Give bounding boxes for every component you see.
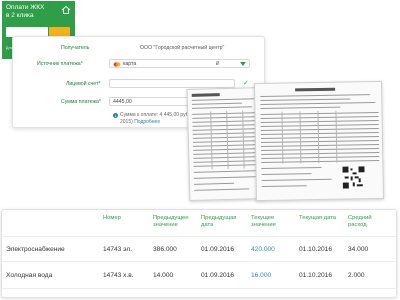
row-divider [2,261,398,262]
amount-label-text: Сумма платежа [61,99,99,105]
header-line: Текущее [251,215,275,221]
required-mark: * [98,99,101,105]
header-line: дата [201,222,214,228]
source-label: Источник платежа* [37,61,83,67]
row-prev-value: 14.000 [153,272,174,279]
row-name: Электроснабжение [6,246,65,253]
row-average: 34.000 [348,246,369,253]
source-currency: ₽ [216,61,220,67]
amount-label: Сумма платежа* [61,99,101,105]
header-line: Предыдущее [153,215,189,221]
required-mark: * [98,81,101,87]
card-brand-icon [113,62,121,67]
header-line: Номер [103,215,121,221]
amount-value: 4445,00 [113,99,132,105]
row-prev-date: 01.09.2016 [201,246,235,253]
row-name: Холодная вода [6,272,53,279]
source-label-text: Источник платежа [37,61,81,67]
bill-page-right [253,80,385,202]
promo-title: Оплати ЖКХ в 2 клика [6,4,56,20]
row-prev-value: 386.000 [153,246,177,253]
row-cur-value: 420.000 [251,246,275,253]
header-prev-value: Предыдущее значение [153,215,188,229]
row-cur-date: 01.10.2016 [299,246,333,253]
account-input[interactable] [109,79,235,88]
required-mark: * [80,61,83,67]
row-cur-value: 16.000 [251,272,272,279]
header-cur-date: Текущая дата [299,215,336,222]
row-cur-date: 01.10.2016 [299,272,333,279]
amount-note-period: 2015) [120,119,133,125]
info-icon: i [113,113,118,118]
qr-code-icon [342,166,365,189]
header-number: Номер [103,215,121,222]
header-cur-value: Текущее значение [251,215,276,229]
header-average: Средний расход [348,215,372,229]
source-select[interactable]: карта ₽ [109,59,250,68]
recipient-label: Получатель [61,45,90,51]
promo-title-line2: в 2 клика [6,12,34,19]
home-icon[interactable] [61,5,71,15]
row-number: 14743 эл. [103,246,133,253]
header-line: Текущая дата [299,215,336,221]
account-label-text: Лицевой счет [66,81,99,87]
row-prev-date: 01.09.2016 [201,272,235,279]
recipient-value: ООО "Городской расчетный центр" [140,45,225,51]
row-average: 2.000 [348,272,365,279]
row-number: 14743 х.в. [103,272,134,279]
chevron-down-icon [240,62,246,66]
source-value: карта [123,61,137,67]
header-line: Предыдущая [201,215,237,221]
meter-readings-table: Номер Предыдущее значение Предыдущая дат… [1,209,398,298]
header-line: Средний [348,215,372,221]
header-line: значение [153,222,178,228]
promo-title-line1: Оплати ЖКХ [6,4,45,11]
header-line: значение [251,222,276,228]
details-link[interactable]: Подробнее [134,119,160,125]
header-line: расход [348,222,367,228]
row-divider [2,236,398,237]
header-prev-date: Предыдущая дата [201,215,236,229]
account-label: Лицевой счет* [66,81,100,87]
row-divider [2,288,398,289]
amount-note-line2: 2015) Подробнее [120,119,160,126]
